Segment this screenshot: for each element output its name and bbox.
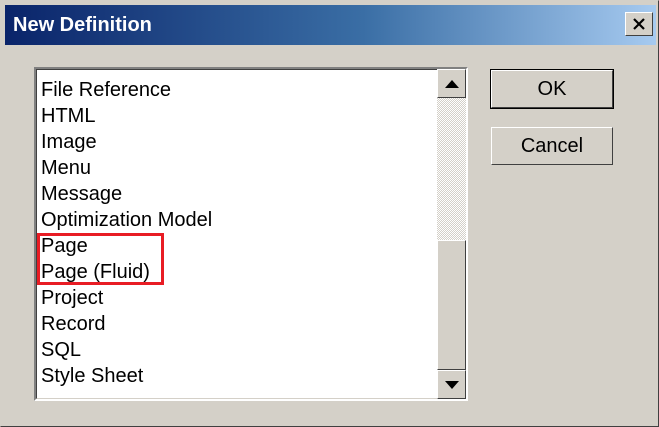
definition-type-listbox[interactable]: File Reference HTML Image Menu Message O… — [34, 67, 468, 401]
list-item[interactable]: Project — [41, 285, 441, 311]
close-x-icon — [633, 18, 645, 30]
list-item[interactable]: SQL — [41, 337, 441, 363]
list-item[interactable]: File Reference — [41, 77, 441, 103]
list-item[interactable]: Message — [41, 181, 441, 207]
list-item[interactable]: Record — [41, 311, 441, 337]
new-definition-dialog: New Definition File Reference HTML Image… — [0, 0, 659, 427]
scroll-up-button[interactable] — [437, 69, 466, 98]
list-item[interactable]: Menu — [41, 155, 441, 181]
vertical-scrollbar[interactable] — [437, 69, 466, 399]
definition-type-list: File Reference HTML Image Menu Message O… — [37, 77, 441, 389]
scrollbar-thumb[interactable] — [437, 240, 466, 370]
list-item[interactable]: Optimization Model — [41, 207, 441, 233]
list-item[interactable]: HTML — [41, 103, 441, 129]
ok-button[interactable]: OK — [490, 69, 614, 109]
cancel-button[interactable]: Cancel — [491, 127, 613, 165]
title-bar[interactable]: New Definition — [5, 5, 656, 45]
list-item[interactable]: Image — [41, 129, 441, 155]
list-item[interactable]: Style Sheet — [41, 363, 441, 389]
scroll-down-button[interactable] — [437, 370, 466, 399]
close-button[interactable] — [625, 12, 653, 36]
triangle-down-icon — [444, 380, 459, 389]
dialog-title: New Definition — [13, 14, 152, 36]
triangle-up-icon — [444, 79, 459, 88]
highlight-annotation-box — [37, 233, 164, 285]
